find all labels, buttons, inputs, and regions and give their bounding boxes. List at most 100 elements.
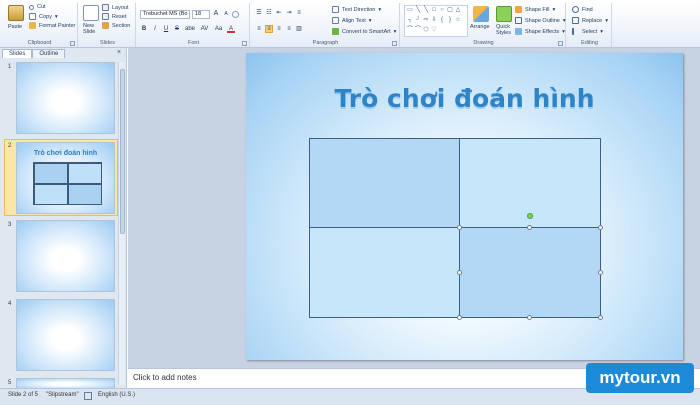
align-center-icon[interactable]: ≡ <box>265 25 273 33</box>
slide-number: 4 <box>8 301 12 307</box>
section-button[interactable]: Section <box>102 22 130 29</box>
align-left-icon[interactable]: ≡ <box>255 25 263 33</box>
language-indicator[interactable]: English (U.S.) <box>98 392 135 398</box>
grid-cell-bottom-left[interactable] <box>309 227 460 318</box>
picture-grid[interactable] <box>309 138 603 320</box>
scrollbar-thumb[interactable] <box>120 69 125 234</box>
slide-thumbnail-1[interactable] <box>16 62 115 134</box>
star-shape-icon[interactable]: ☆ <box>454 17 462 24</box>
resize-handle[interactable] <box>457 315 462 320</box>
hexagon-shape-icon[interactable]: ⬡ <box>422 27 430 34</box>
line-spacing-icon[interactable]: ≡ <box>295 9 303 17</box>
drawing-dialog-launcher[interactable] <box>558 41 563 46</box>
convert-smartart-button[interactable]: Convert to SmartArt ▾ <box>332 28 396 35</box>
tab-slides[interactable]: Slides <box>2 49 33 58</box>
quick-styles-icon[interactable] <box>496 6 512 22</box>
oval-shape-icon[interactable]: ○ <box>438 7 446 14</box>
heart-shape-icon[interactable]: ♡ <box>430 27 438 34</box>
format-painter-button[interactable]: Format Painter <box>29 22 75 29</box>
resize-handle[interactable] <box>598 270 603 275</box>
slide-thumbnail-5[interactable] <box>16 378 115 388</box>
resize-handle[interactable] <box>527 225 532 230</box>
new-slide-icon[interactable] <box>83 5 99 21</box>
underline-button[interactable]: U <box>162 25 170 33</box>
line-shape-icon-2[interactable]: ╲ <box>422 7 430 14</box>
font-name-select[interactable]: Trebuchet MS (Bo <box>140 10 190 19</box>
curve-shape-icon[interactable]: ⌒ <box>406 27 414 34</box>
font-size-select[interactable]: 18 <box>192 10 210 19</box>
right-arrow-shape-icon[interactable]: ⇨ <box>422 17 430 24</box>
columns-icon[interactable]: ▥ <box>295 25 303 33</box>
select-button[interactable]: Select ▾ <box>572 28 603 35</box>
character-spacing-button[interactable]: AV <box>199 25 210 33</box>
quick-styles-button[interactable]: Quick Styles <box>496 24 511 36</box>
shrink-font-button[interactable]: A <box>222 10 230 18</box>
line-shape-icon[interactable]: ╲ <box>414 7 422 14</box>
replace-button[interactable]: Replace ▾ <box>572 17 608 24</box>
slide-thumbnail-4[interactable] <box>16 299 115 371</box>
textbox-shape-icon[interactable]: ▭ <box>406 7 414 14</box>
quick-styles-label-2: Styles <box>496 30 511 36</box>
paste-button[interactable]: Paste <box>8 24 22 30</box>
numbering-icon[interactable]: ☷ <box>265 9 273 17</box>
slide-thumbnail-2[interactable]: Trò chơi đoán hình <box>16 142 115 214</box>
arrange-button[interactable]: Arrange <box>470 24 490 30</box>
cut-button[interactable]: Cut <box>29 4 46 10</box>
elbow-connector-icon-2[interactable]: ┘ <box>414 17 422 24</box>
shapes-gallery[interactable]: ▭ ╲ ╲ □ ○ ▢ △ ┐ ┘ ⇨ ⇩ { } ☆ ⌒ ⌒ ⬡ ♡ <box>404 5 468 37</box>
curly-brace-icon[interactable]: { <box>438 17 446 24</box>
italic-button[interactable]: I <box>151 25 159 33</box>
slides-scrollbar[interactable] <box>118 62 125 385</box>
theme-name[interactable]: "Slipstream" <box>46 392 79 398</box>
text-shadow-button[interactable]: abe <box>184 25 196 33</box>
arc-shape-icon[interactable]: ⌒ <box>414 27 422 34</box>
justify-icon[interactable]: ≡ <box>285 25 293 33</box>
grow-font-button[interactable]: A <box>212 10 220 18</box>
rounded-rect-shape-icon[interactable]: ▢ <box>446 7 454 14</box>
resize-handle[interactable] <box>598 315 603 320</box>
grid-cell-top-left[interactable] <box>309 138 460 228</box>
shape-outline-button[interactable]: Shape Outline ▾ <box>515 17 566 24</box>
font-color-button[interactable]: A <box>227 25 235 33</box>
clear-formatting-icon[interactable] <box>232 10 239 18</box>
notes-placeholder[interactable]: Click to add notes <box>133 373 197 382</box>
slide-title[interactable]: Trò chơi đoán hình <box>246 84 683 113</box>
strikethrough-button[interactable]: S <box>173 25 181 33</box>
bold-button[interactable]: B <box>140 25 148 33</box>
slide-canvas[interactable]: Trò chơi đoán hình <box>246 53 683 360</box>
bullets-icon[interactable]: ☰ <box>255 9 263 17</box>
shape-effects-button[interactable]: Shape Effects ▾ <box>515 28 565 35</box>
align-right-icon[interactable]: ≡ <box>275 25 283 33</box>
tab-outline[interactable]: Outline <box>32 49 66 58</box>
clipboard-dialog-launcher[interactable] <box>70 41 75 46</box>
increase-indent-icon[interactable]: ⇥ <box>285 9 293 17</box>
new-slide-button[interactable]: New Slide <box>83 23 95 35</box>
change-case-button[interactable]: Aa <box>213 25 224 33</box>
slide-thumbnail-3[interactable] <box>16 220 115 292</box>
text-direction-button[interactable]: Text Direction ▾ <box>332 6 381 13</box>
font-dialog-launcher[interactable] <box>242 41 247 46</box>
paragraph-dialog-launcher[interactable] <box>392 41 397 46</box>
resize-handle[interactable] <box>457 270 462 275</box>
paste-icon[interactable] <box>8 5 24 21</box>
align-text-button[interactable]: Align Text ▾ <box>332 17 372 24</box>
down-arrow-shape-icon[interactable]: ⇩ <box>430 17 438 24</box>
triangle-shape-icon[interactable]: △ <box>454 7 462 14</box>
rotate-handle[interactable] <box>527 213 533 219</box>
rectangle-shape-icon[interactable]: □ <box>430 7 438 14</box>
decrease-indent-icon[interactable]: ⇤ <box>275 9 283 17</box>
close-icon[interactable]: × <box>117 49 121 56</box>
resize-handle[interactable] <box>527 315 532 320</box>
resize-handle[interactable] <box>457 225 462 230</box>
spell-check-icon[interactable] <box>84 392 92 400</box>
grid-cell-bottom-right[interactable] <box>459 227 601 318</box>
layout-button[interactable]: Layout <box>102 4 129 11</box>
copy-button[interactable]: Copy ▾ <box>29 13 58 20</box>
reset-button[interactable]: Reset <box>102 13 126 20</box>
arrange-icon[interactable] <box>473 6 489 22</box>
find-button[interactable]: Find <box>572 6 593 13</box>
resize-handle[interactable] <box>598 225 603 230</box>
shape-fill-button[interactable]: Shape Fill ▾ <box>515 6 555 13</box>
curly-brace-icon-2[interactable]: } <box>446 17 454 24</box>
elbow-connector-icon[interactable]: ┐ <box>406 17 414 24</box>
